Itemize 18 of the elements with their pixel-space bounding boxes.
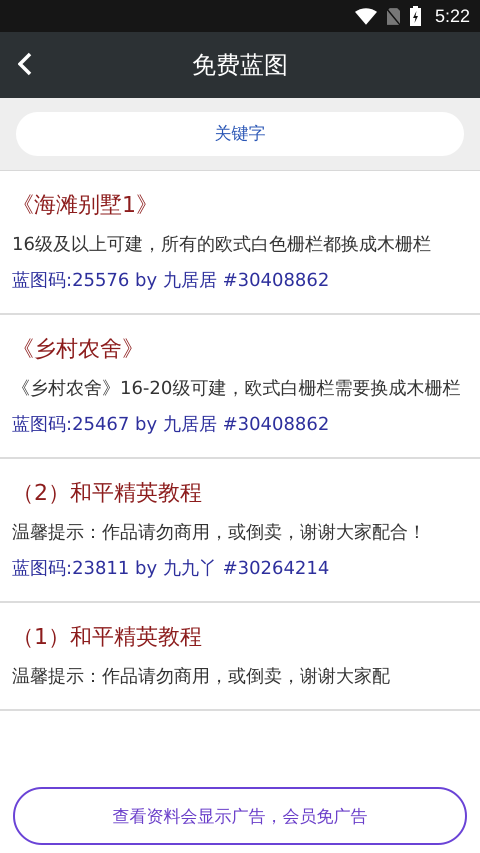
blueprint-title: （2）和平精英教程 [12,480,203,508]
no-sim-icon [386,8,400,24]
screen-title: 免费蓝图 [192,50,288,81]
blueprint-title: （1）和平精英教程 [12,624,203,652]
blueprint-title: 《乡村农舍》 [12,336,145,364]
blueprint-code: 蓝图码:25576 by 九居居 #30408862 [12,269,330,293]
battery-charging-icon [410,6,421,26]
search-field[interactable]: 关键字 [16,112,464,156]
blueprint-description: 《乡村农舍》16-20级可建，欧式白栅栏需要换成木栅栏 [12,377,462,401]
ad-notice-button[interactable]: 查看资料会显示广告，会员免广告 [13,787,467,845]
blueprint-description: 16级及以上可建，所有的欧式白色栅栏都换成木栅栏 [12,233,432,257]
status-time: 5:22 [434,6,470,26]
blueprint-code: 蓝图码:25467 by 九居居 #30408862 [12,413,330,437]
blueprint-title: 《海滩别墅1》 [12,192,159,220]
blueprint-code: 蓝图码:23811 by 九九丫 #30264214 [12,557,330,581]
wifi-icon [354,8,377,24]
blueprint-description: 温馨提示：作品请勿商用，或倒卖，谢谢大家配合！ [12,521,427,545]
blueprint-description: 温馨提示：作品请勿商用，或倒卖，谢谢大家配 [12,665,391,689]
